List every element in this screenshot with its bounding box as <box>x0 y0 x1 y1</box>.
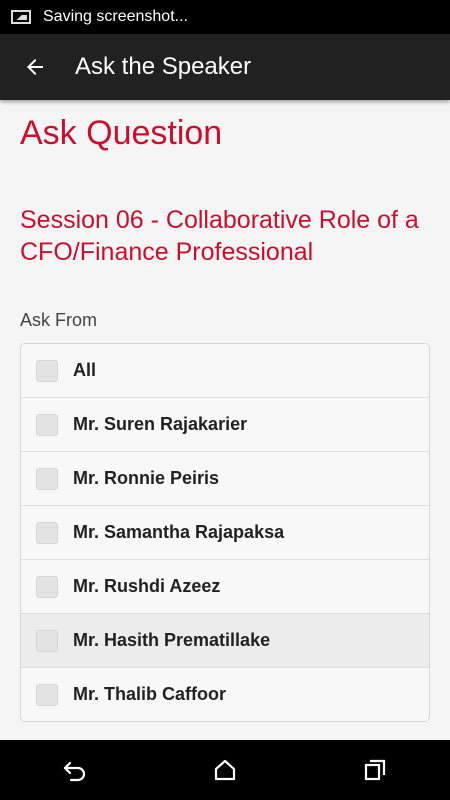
back-button[interactable] <box>0 34 70 100</box>
checkbox[interactable] <box>36 521 58 544</box>
back-arrow-icon <box>63 761 86 782</box>
status-text: Saving screenshot... <box>43 8 188 25</box>
speaker-label: Mr. Rushdi Azeez <box>73 576 221 596</box>
checkbox[interactable] <box>36 467 58 490</box>
speaker-option[interactable]: Mr. Samantha Rajapaksa <box>21 505 429 559</box>
nav-back-button[interactable] <box>45 740 105 800</box>
speaker-option[interactable]: Mr. Hasith Prematillake <box>21 613 429 667</box>
speaker-option[interactable]: Mr. Suren Rajakarier <box>21 397 429 451</box>
home-icon <box>214 759 236 781</box>
ask-from-label: Ask From <box>20 310 98 330</box>
checkbox[interactable] <box>36 413 58 436</box>
nav-home-button[interactable] <box>195 740 255 800</box>
main-content[interactable]: Ask Question Session 06 - Collaborative … <box>0 100 450 740</box>
arrow-left-icon <box>27 59 43 75</box>
session-title: Session 06 - Collaborative Role of a CFO… <box>20 206 419 266</box>
screenshot-notification-icon <box>11 10 31 24</box>
nav-recents-button[interactable] <box>345 740 405 800</box>
speaker-label: Mr. Suren Rajakarier <box>73 414 248 434</box>
page-title: Ask Question <box>20 114 223 152</box>
speaker-option[interactable]: Mr. Ronnie Peiris <box>21 451 429 505</box>
speaker-label: Mr. Ronnie Peiris <box>73 468 220 488</box>
speaker-option-all[interactable]: All <box>21 344 429 397</box>
checkbox[interactable] <box>36 683 58 706</box>
speaker-label: Mr. Hasith Prematillake <box>73 630 271 650</box>
status-bar: Saving screenshot... <box>0 0 450 34</box>
speaker-list: All Mr. Suren Rajakarier Mr. Ronnie Peir… <box>20 343 430 722</box>
speaker-option[interactable]: Mr. Thalib Caffoor <box>21 667 429 721</box>
speaker-label: Mr. Samantha Rajapaksa <box>73 522 285 542</box>
app-bar: Ask the Speaker <box>0 34 450 100</box>
checkbox[interactable] <box>36 575 58 598</box>
checkbox[interactable] <box>36 629 58 652</box>
checkbox[interactable] <box>36 359 58 382</box>
app-title: Ask the Speaker <box>75 53 252 80</box>
navigation-bar <box>0 740 450 800</box>
speaker-label: All <box>73 360 97 380</box>
speaker-option[interactable]: Mr. Rushdi Azeez <box>21 559 429 613</box>
recents-icon <box>364 759 386 781</box>
speaker-label: Mr. Thalib Caffoor <box>73 684 226 704</box>
